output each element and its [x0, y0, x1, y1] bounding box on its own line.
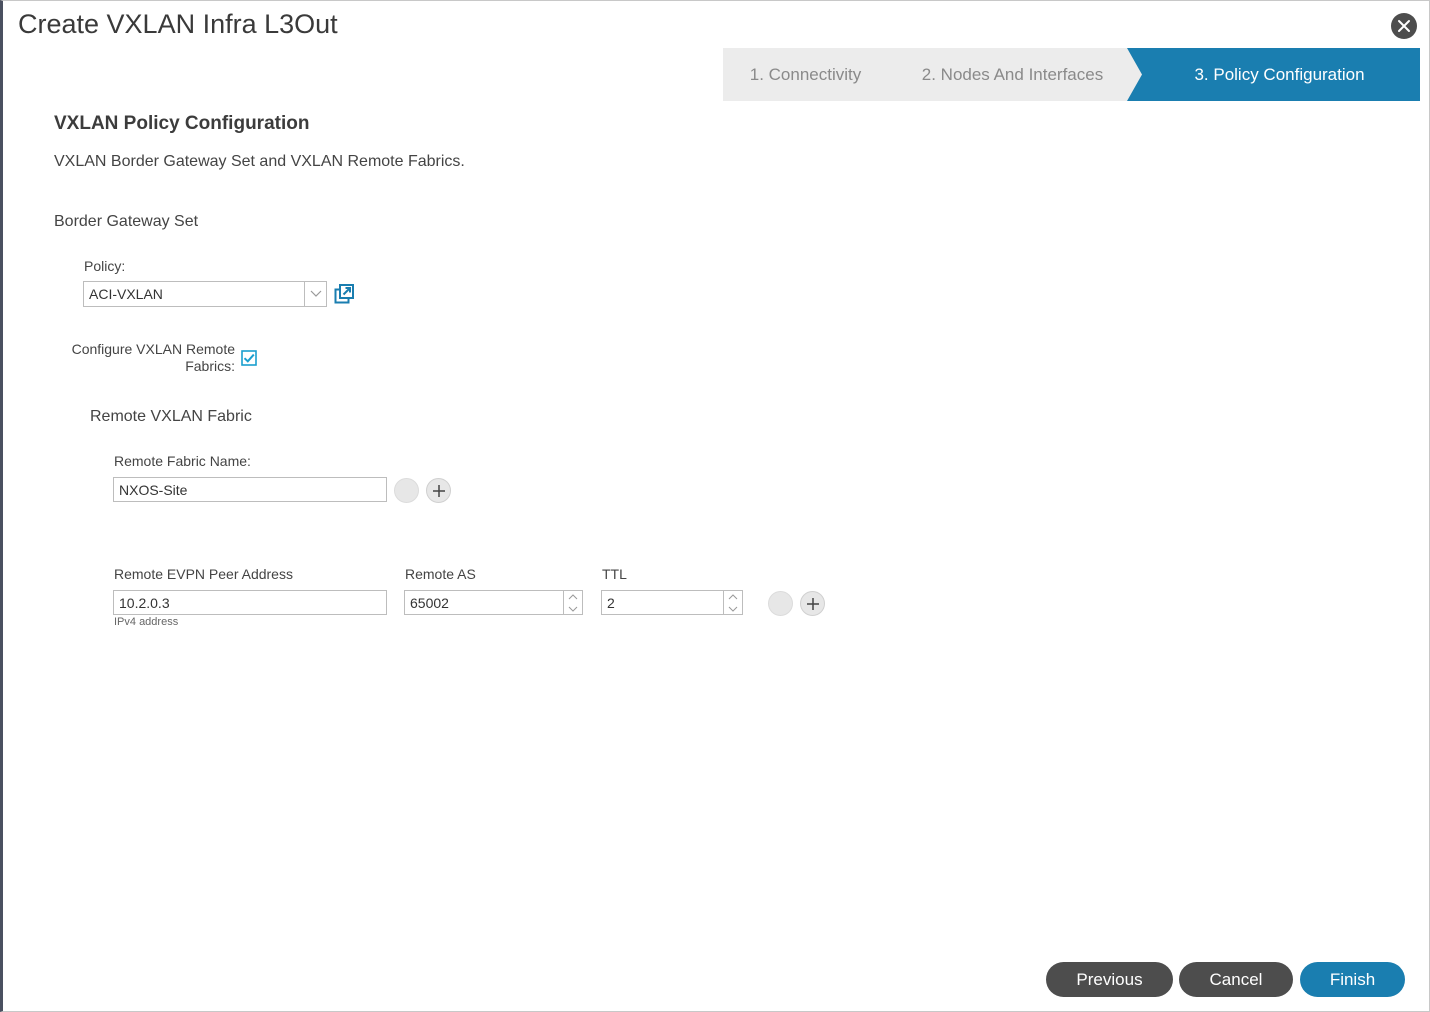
border-gateway-set-title: Border Gateway Set	[54, 213, 199, 230]
remote-vxlan-fabric-title: Remote VXLAN Fabric	[90, 408, 252, 425]
chevron-up-icon[interactable]	[724, 591, 742, 602]
step-label: 2. Nodes And Interfaces	[921, 64, 1104, 84]
add-peer-button[interactable]	[800, 591, 825, 616]
remove-peer-button[interactable]	[768, 591, 793, 616]
remote-evpn-peer-address-input[interactable]	[113, 590, 387, 615]
step-label: 3. Policy Configuration	[1194, 64, 1365, 84]
plus-icon	[806, 597, 819, 610]
add-fabric-button[interactable]	[426, 478, 451, 503]
chevron-down-icon[interactable]	[564, 603, 582, 614]
checkbox-checked-icon	[241, 350, 257, 366]
close-icon	[1398, 20, 1410, 32]
policy-label: Policy:	[84, 258, 126, 274]
open-policy-icon[interactable]	[334, 284, 354, 304]
remote-evpn-peer-address-label: Remote EVPN Peer Address	[114, 566, 293, 582]
ttl-label: TTL	[602, 566, 627, 582]
section-description: VXLAN Border Gateway Set and VXLAN Remot…	[54, 153, 465, 170]
create-l3out-dialog: Create VXLAN Infra L3Out 1. Connectivity…	[0, 0, 1430, 1012]
wizard-steps: 1. Connectivity 2. Nodes And Interfaces …	[723, 48, 1420, 101]
configure-remote-fabrics-checkbox[interactable]	[241, 350, 257, 366]
step-policy-configuration[interactable]: 3. Policy Configuration	[1127, 48, 1420, 101]
finish-button[interactable]: Finish	[1300, 962, 1405, 997]
dialog-title: Create VXLAN Infra L3Out	[18, 9, 338, 39]
remote-as-label: Remote AS	[405, 566, 476, 582]
remote-as-stepper[interactable]	[563, 590, 583, 615]
step-connectivity[interactable]: 1. Connectivity	[723, 48, 888, 101]
ttl-input[interactable]	[601, 590, 724, 615]
plus-icon	[432, 484, 445, 497]
chevron-down-icon[interactable]	[724, 603, 742, 614]
close-button[interactable]	[1391, 13, 1417, 39]
step-label: 1. Connectivity	[749, 64, 862, 84]
remote-fabric-name-label: Remote Fabric Name:	[114, 453, 251, 469]
configure-remote-fabrics-label: Configure VXLAN Remote Fabrics:	[71, 341, 235, 374]
remote-as-input[interactable]	[404, 590, 564, 615]
policy-select[interactable]: ACI-VXLAN	[83, 281, 327, 307]
ttl-stepper[interactable]	[723, 590, 743, 615]
section-title: VXLAN Policy Configuration	[54, 113, 310, 134]
policy-value: ACI-VXLAN	[89, 286, 163, 302]
remove-fabric-button[interactable]	[394, 478, 419, 503]
peer-address-hint: IPv4 address	[114, 616, 179, 628]
previous-button[interactable]: Previous	[1046, 962, 1173, 997]
cancel-button[interactable]: Cancel	[1179, 962, 1293, 997]
chevron-down-icon[interactable]	[304, 282, 326, 306]
step-nodes-and-interfaces[interactable]: 2. Nodes And Interfaces	[872, 48, 1143, 101]
chevron-up-icon[interactable]	[564, 591, 582, 602]
remote-fabric-name-input[interactable]	[113, 477, 387, 502]
